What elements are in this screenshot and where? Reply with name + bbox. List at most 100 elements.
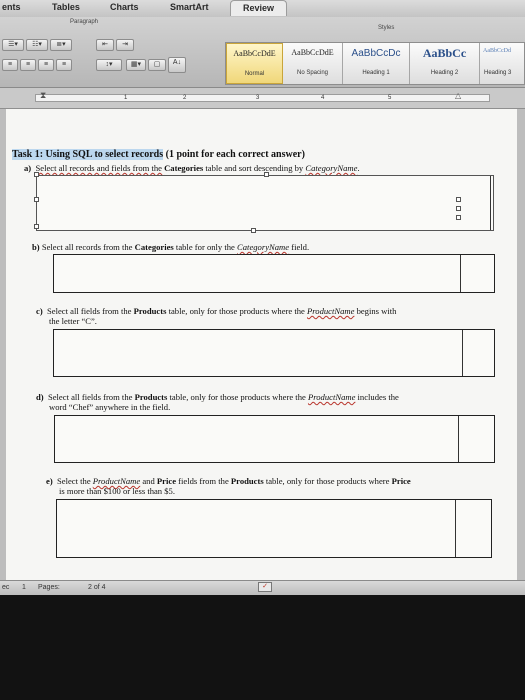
selection-handle[interactable] — [251, 228, 256, 233]
style-heading-2[interactable]: AaBbCc Heading 2 — [410, 43, 480, 84]
question-text: Select all records from the — [41, 242, 135, 252]
question-text: fields from the — [176, 476, 231, 486]
section-number: 1 — [22, 584, 26, 591]
question-text: Select all records and fields from the — [35, 163, 165, 173]
answer-box-b[interactable] — [53, 254, 495, 293]
desk-background — [0, 595, 525, 700]
question-c: c) Select all fields from the Products t… — [36, 306, 396, 326]
table-name: Categories — [164, 163, 204, 173]
table-name: Categories — [134, 242, 174, 252]
ruler-number: 4 — [321, 95, 325, 101]
styles-gallery: AaBbCcDdE Normal AaBbCcDdE No Spacing Aa… — [225, 42, 525, 85]
numbering-button[interactable]: ☷▾ — [26, 39, 48, 51]
question-text: word “Chef” anywhere in the field. — [49, 402, 171, 412]
increase-indent-icon: ⇥ — [122, 41, 128, 48]
box-divider — [462, 330, 463, 376]
field-name: ProductName — [307, 306, 355, 316]
table-name: Products — [230, 476, 264, 486]
question-text: is more than $100 or less than $5. — [59, 486, 175, 496]
align-right-button[interactable]: ≡ — [38, 59, 54, 71]
style-label-no-spacing: No Spacing — [296, 70, 329, 76]
document-page[interactable]: Task 1: Using SQL to select records (1 p… — [6, 109, 517, 580]
style-sample-heading-1: AaBbCcDc — [351, 48, 401, 59]
borders-button[interactable]: ▢ — [148, 59, 166, 71]
multilevel-list-icon: ≣▾ — [56, 41, 66, 48]
sort-az-icon: A↓ — [172, 59, 182, 66]
style-label-heading-1: Heading 1 — [362, 70, 390, 76]
tab-elements[interactable]: ents — [2, 2, 21, 12]
selection-handle[interactable] — [456, 215, 461, 220]
right-indent-marker-icon[interactable]: △ — [455, 91, 461, 100]
field-name-bold: Price — [391, 476, 411, 486]
answer-box-e[interactable] — [56, 499, 492, 558]
selection-handle[interactable] — [456, 197, 461, 202]
style-label-heading-2: Heading 2 — [430, 70, 459, 76]
bullet-list-icon: ☰▾ — [8, 41, 18, 48]
ruler-scale: 1 2 3 4 5 — [35, 94, 490, 102]
left-indent-marker-icon[interactable]: ⧗ — [40, 90, 46, 101]
tab-review[interactable]: Review — [230, 0, 288, 16]
box-divider — [458, 416, 459, 462]
question-b: b) Select all records from the Categorie… — [32, 242, 309, 252]
horizontal-ruler[interactable]: 1 2 3 4 5 ⧗ △ — [0, 88, 525, 109]
multilevel-list-button[interactable]: ≣▾ — [50, 39, 72, 51]
style-heading-3[interactable]: AaBbCcDd Heading 3 — [480, 43, 524, 84]
style-heading-1[interactable]: AaBbCcDc Heading 1 — [343, 43, 410, 84]
ruler-number: 2 — [183, 95, 187, 101]
pages-value: 2 of 4 — [88, 584, 106, 591]
question-text: includes the — [355, 392, 399, 402]
style-normal[interactable]: AaBbCcDdE Normal — [226, 43, 283, 84]
sort-button[interactable]: A↓ — [168, 57, 186, 73]
tab-charts[interactable]: Charts — [110, 2, 139, 12]
answer-box-d[interactable] — [54, 415, 495, 463]
selection-handle[interactable] — [264, 172, 269, 177]
table-name: Products — [133, 306, 167, 316]
group-label-styles: Styles — [378, 25, 395, 31]
ribbon-tab-bar: ents Tables Charts SmartArt Review — [0, 0, 525, 18]
question-label: e) — [46, 476, 53, 486]
question-text: table for only the — [173, 242, 238, 252]
ruler-number: 5 — [388, 95, 392, 101]
line-spacing-button[interactable]: ↕▾ — [96, 59, 122, 71]
field-name: ProductName — [92, 476, 141, 486]
selection-handle[interactable] — [34, 172, 39, 177]
question-label: a) — [24, 163, 32, 173]
align-left-button[interactable]: ≡ — [2, 59, 18, 71]
box-divider — [455, 500, 456, 557]
selection-handle[interactable] — [34, 224, 39, 229]
section-label: ec — [2, 584, 10, 591]
style-sample-heading-2: AaBbCc — [422, 46, 467, 60]
table-name: Products — [134, 392, 168, 402]
tab-smartart[interactable]: SmartArt — [170, 2, 209, 12]
ruler-number: 1 — [124, 95, 128, 101]
justify-button[interactable]: ≡ — [56, 59, 72, 71]
question-text: table, only for those products where — [263, 476, 392, 486]
ribbon-panel: Paragraph Styles ☰▾ ☷▾ ≣▾ ⇤ ⇥ ≡ ≡ ≡ ≡ ↕▾… — [0, 17, 525, 88]
increase-indent-button[interactable]: ⇥ — [116, 39, 134, 51]
bullets-button[interactable]: ☰▾ — [2, 39, 24, 51]
spelling-check-icon[interactable]: ✓ — [258, 582, 272, 592]
selection-handle[interactable] — [34, 197, 39, 202]
decrease-indent-button[interactable]: ⇤ — [96, 39, 114, 51]
task-points: (1 point for each correct answer) — [163, 149, 305, 160]
style-no-spacing[interactable]: AaBbCcDdE No Spacing — [283, 43, 343, 84]
question-text: and — [140, 476, 157, 486]
field-name: ProductName — [307, 392, 356, 402]
question-text: begins with — [354, 306, 397, 316]
question-label: b) — [32, 242, 40, 252]
answer-box-c[interactable] — [53, 329, 495, 377]
question-e: e) Select the ProductName and Price fiel… — [46, 476, 411, 496]
justify-icon: ≡ — [61, 61, 67, 68]
shading-icon: ▦▾ — [130, 61, 142, 68]
selection-handle[interactable] — [456, 206, 461, 211]
style-label-normal: Normal — [244, 71, 265, 77]
answer-box-a[interactable] — [36, 175, 494, 231]
align-center-icon: ≡ — [25, 61, 31, 68]
shading-button[interactable]: ▦▾ — [126, 59, 146, 71]
tab-tables[interactable]: Tables — [52, 2, 80, 12]
question-text: the letter “C”. — [49, 316, 97, 326]
style-sample-no-spacing: AaBbCcDdE — [291, 48, 334, 57]
align-center-button[interactable]: ≡ — [20, 59, 36, 71]
question-label: c) — [36, 306, 43, 316]
ruler-number: 3 — [256, 95, 260, 101]
